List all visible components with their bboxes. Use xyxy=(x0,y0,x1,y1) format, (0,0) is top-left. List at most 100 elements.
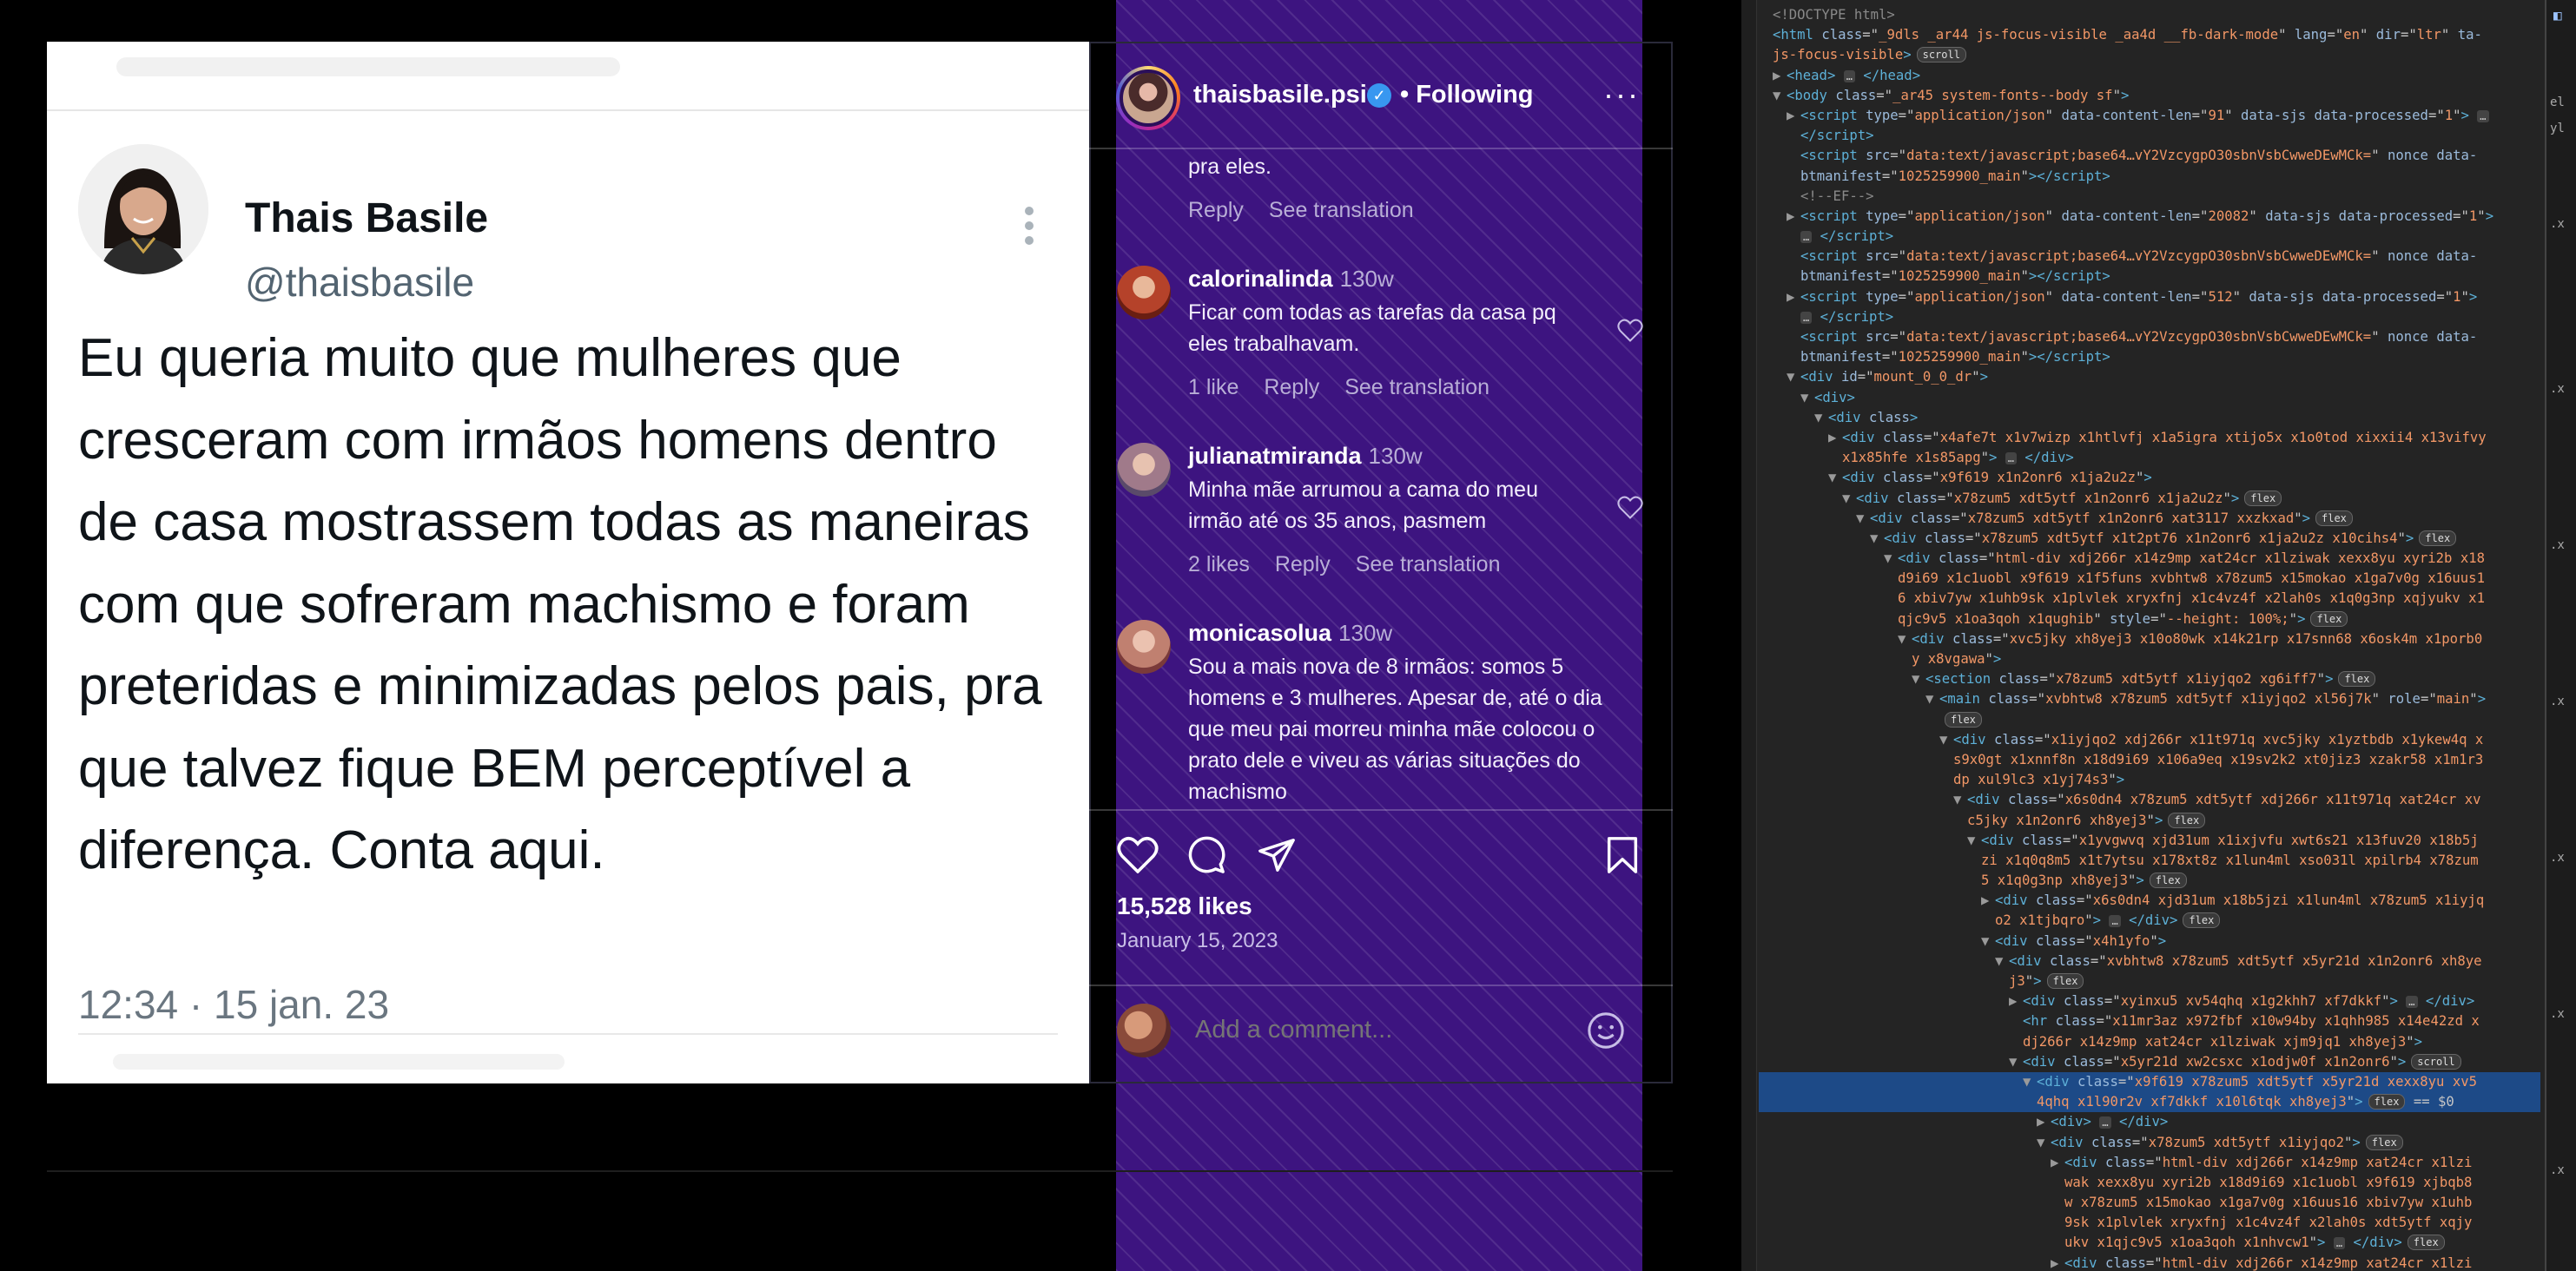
dom-tree-node[interactable]: ▼ <div class="x1iyjqo2 xdj266r x11t971q x… xyxy=(1759,730,2540,750)
dom-tree-node[interactable]: btmanifest="1025259900_main"></script> xyxy=(1759,167,2540,187)
expand-arrow-icon[interactable]: ▶ xyxy=(1787,106,1800,126)
post-author-avatar[interactable] xyxy=(1116,66,1180,130)
collapse-arrow-icon[interactable]: ▼ xyxy=(2037,1133,2051,1153)
expand-arrow-icon[interactable]: ▶ xyxy=(2037,1112,2051,1132)
expand-arrow-icon[interactable]: ▶ xyxy=(2051,1153,2064,1173)
dom-tree-node[interactable]: ▼ <div class="x9f619 x78zum5 xdt5ytf x5yr… xyxy=(1759,1071,2540,1093)
dom-tree-node[interactable]: j3"> flex xyxy=(1759,971,2540,991)
dom-tree-node[interactable]: ▶ <div> … </div> xyxy=(1759,1112,2540,1132)
dom-tree-node[interactable]: ▶ <script type="application/json" data-co… xyxy=(1759,106,2540,126)
comment-bubble-icon[interactable] xyxy=(1186,835,1226,875)
collapse-arrow-icon[interactable]: ▼ xyxy=(2009,1052,2023,1072)
dom-tree-node[interactable]: ▼ <body class="_ar45 system-fonts--body s… xyxy=(1759,86,2540,106)
dom-tree-node[interactable]: ▶ <div class="html-div xdj266r x14z9mp xa… xyxy=(1759,1153,2540,1173)
dom-tree-node[interactable]: ▼ <div class="x1yvgwvq xjd31um x1ixjvfu x… xyxy=(1759,831,2540,851)
comment-username[interactable]: monicasolua xyxy=(1188,620,1331,646)
see-translation-button[interactable]: See translation xyxy=(1344,375,1489,399)
collapse-arrow-icon[interactable]: ▼ xyxy=(1912,669,1925,689)
expand-arrow-icon[interactable]: ▶ xyxy=(1981,891,1995,911)
comment-likes[interactable]: 2 likes xyxy=(1188,552,1250,576)
dom-tree-node[interactable]: <html class="_9dls _ar44 js-focus-visibl… xyxy=(1759,25,2540,45)
dom-tree-node[interactable]: flex xyxy=(1759,710,2540,730)
comment-avatar[interactable] xyxy=(1117,266,1171,319)
collapse-arrow-icon[interactable]: ▼ xyxy=(1925,689,1939,709)
post-options-button[interactable]: ··· xyxy=(1603,76,1640,113)
collapse-arrow-icon[interactable]: ▼ xyxy=(1967,831,1981,851)
reply-button[interactable]: Reply xyxy=(1275,552,1331,576)
dom-tree-node[interactable]: … </script> xyxy=(1759,307,2540,327)
dom-tree-node[interactable]: ▶ <div class="x6s0dn4 xjd31um x18b5jzi x1… xyxy=(1759,891,2540,911)
dom-tree-node[interactable]: … </script> xyxy=(1759,227,2540,247)
dom-tree-node[interactable]: 6 xbiv7yw x1uhb9sk x1plvlek xryxfnj x1c4… xyxy=(1759,589,2540,609)
dom-tree-node[interactable]: ▶ <head> … </head> xyxy=(1759,66,2540,86)
dom-tree-node[interactable]: w x78zum5 x15mokao x1ga7v0g x16uus16 xbi… xyxy=(1759,1193,2540,1213)
dom-tree-node[interactable]: ▼ <div class="x9f619 x1n2onr6 x1ja2u2z"> xyxy=(1759,468,2540,488)
dom-tree-node[interactable]: ▼ <main class="xvbhtw8 x78zum5 xdt5ytf x1… xyxy=(1759,689,2540,709)
expand-arrow-icon[interactable]: ▶ xyxy=(2051,1254,2064,1271)
styles-pane[interactable]: ◧ el yl .x .x .x .x .x .x .x xyxy=(2545,0,2576,1271)
dom-tree-node[interactable]: qjc9v5 x1oa3qoh x1qughib" style="--heigh… xyxy=(1759,609,2540,629)
dom-tree-node[interactable]: <script src="data:text/javascript;base64… xyxy=(1759,247,2540,267)
collapse-arrow-icon[interactable]: ▼ xyxy=(1981,932,1995,952)
collapse-arrow-icon[interactable]: ▼ xyxy=(1870,529,1884,549)
dom-tree-node[interactable]: c5jky x1n2onr6 xh8yej3"> flex xyxy=(1759,811,2540,831)
dom-tree-node[interactable]: </script> xyxy=(1759,126,2540,146)
dom-tree-node[interactable]: <!--EF--> xyxy=(1759,187,2540,207)
dom-tree-node[interactable]: ▶ <div class="html-div xdj266r x14z9mp xa… xyxy=(1759,1254,2540,1271)
comment-likes[interactable]: 1 like xyxy=(1188,375,1238,399)
post-author-username[interactable]: thaisbasile.psi xyxy=(1193,81,1367,109)
following-button[interactable]: • Following xyxy=(1400,81,1534,109)
collapse-arrow-icon[interactable]: ▼ xyxy=(1773,86,1787,106)
dom-tree-node[interactable]: ▼ <div class="x6s0dn4 x78zum5 xdt5ytf xdj… xyxy=(1759,790,2540,810)
dom-tree-node[interactable]: dp xul9lc3 x1yj74s3"> xyxy=(1759,770,2540,790)
emoji-picker-icon[interactable] xyxy=(1586,1011,1626,1050)
dom-tree-node[interactable]: ▼ <div class="x4h1yfo"> xyxy=(1759,932,2540,952)
dom-tree-node[interactable]: ukv x1qjc9v5 x1oa3qoh x1nhvcw1"> … </div… xyxy=(1759,1233,2540,1253)
dom-tree-node[interactable]: ▼ <section class="x78zum5 xdt5ytf x1iyjqo… xyxy=(1759,669,2540,689)
like-comment-heart-icon[interactable] xyxy=(1617,318,1643,342)
dom-tree-node[interactable]: ▶ <script type="application/json" data-co… xyxy=(1759,207,2540,227)
like-comment-heart-icon[interactable] xyxy=(1617,495,1643,519)
collapse-arrow-icon[interactable]: ▼ xyxy=(1939,730,1953,750)
dom-tree-node[interactable]: x1x85hfe x1s85apg"> … </div> xyxy=(1759,448,2540,468)
styles-tab-icon[interactable]: ◧ xyxy=(2553,7,2562,23)
dom-tree-node[interactable]: ▼ <div class="x78zum5 xdt5ytf x1t2pt76 x1… xyxy=(1759,529,2540,549)
dom-tree-node[interactable]: ▼ <div class="html-div xdj266r x14z9mp xa… xyxy=(1759,549,2540,569)
dom-tree-node[interactable]: js-focus-visible> scroll xyxy=(1759,45,2540,65)
dom-tree-node[interactable]: btmanifest="1025259900_main"></script> xyxy=(1759,347,2540,367)
see-translation-button[interactable]: See translation xyxy=(1356,552,1501,576)
dom-tree-node[interactable]: ▼ <div class="x78zum5 xdt5ytf x1iyjqo2"> f… xyxy=(1759,1133,2540,1153)
expand-arrow-icon[interactable]: ▶ xyxy=(2009,991,2023,1011)
save-bookmark-icon[interactable] xyxy=(1605,835,1640,875)
dom-tree-node[interactable]: 4qhq x1l90r2v xf7dkkf x10l6tqk xh8yej3">… xyxy=(1759,1092,2540,1113)
dom-tree-node[interactable]: 5 x1q0g3np xh8yej3"> flex xyxy=(1759,871,2540,891)
collapse-arrow-icon[interactable]: ▼ xyxy=(1898,629,1912,649)
reply-button[interactable]: Reply xyxy=(1264,375,1319,399)
dom-tree-node[interactable]: zi x1q0q8m5 x1t7ytsu x178xt8z x1lun4ml x… xyxy=(1759,851,2540,871)
dom-tree-node[interactable]: ▼ <div id="mount_0_0_dr"> xyxy=(1759,367,2540,387)
dom-tree-node[interactable]: d9i69 x1c1uobl x9f619 x1f5funs xvbhtw8 x… xyxy=(1759,569,2540,589)
dom-tree-node[interactable]: ▶ <script type="application/json" data-co… xyxy=(1759,287,2540,307)
dom-tree-node[interactable]: dj266r x14z9mp xat24cr x1lziwak xjm9jq1 … xyxy=(1759,1032,2540,1052)
see-translation-button[interactable]: See translation xyxy=(1269,198,1414,222)
dom-tree-node[interactable]: <script src="data:text/javascript;base64… xyxy=(1759,146,2540,166)
collapse-arrow-icon[interactable]: ▼ xyxy=(1842,489,1856,509)
dom-tree-node[interactable]: y x8vgawa"> xyxy=(1759,649,2540,669)
dom-tree-node[interactable]: ▼ <div class="xvbhtw8 x78zum5 xdt5ytf x5y… xyxy=(1759,952,2540,971)
comment-avatar[interactable] xyxy=(1117,620,1171,674)
expand-arrow-icon[interactable]: ▶ xyxy=(1787,207,1800,227)
dom-tree-node[interactable]: <script src="data:text/javascript;base64… xyxy=(1759,327,2540,347)
collapse-arrow-icon[interactable]: ▼ xyxy=(1828,468,1842,488)
share-send-icon[interactable] xyxy=(1256,835,1298,875)
comment-avatar[interactable] xyxy=(1117,443,1171,497)
dom-tree-node[interactable]: ▼ <div class="x5yr21d xw2csxc x1odjw0f x1… xyxy=(1759,1052,2540,1072)
dom-tree-node[interactable]: ▼ <div class="x78zum5 xdt5ytf x1n2onr6 x1… xyxy=(1759,489,2540,509)
collapse-arrow-icon[interactable]: ▼ xyxy=(1800,388,1814,408)
reply-button[interactable]: Reply xyxy=(1188,198,1244,222)
dom-tree-node[interactable]: ▶ <div class="xyinxu5 xv54qhq x1g2khh7 xf… xyxy=(1759,991,2540,1011)
collapse-arrow-icon[interactable]: ▼ xyxy=(2023,1072,2037,1092)
like-heart-icon[interactable] xyxy=(1117,835,1159,873)
dom-tree-node[interactable]: <!DOCTYPE html> xyxy=(1759,5,2540,25)
collapse-arrow-icon[interactable]: ▼ xyxy=(1953,790,1967,810)
comment-username[interactable]: julianatmiranda xyxy=(1188,443,1362,469)
